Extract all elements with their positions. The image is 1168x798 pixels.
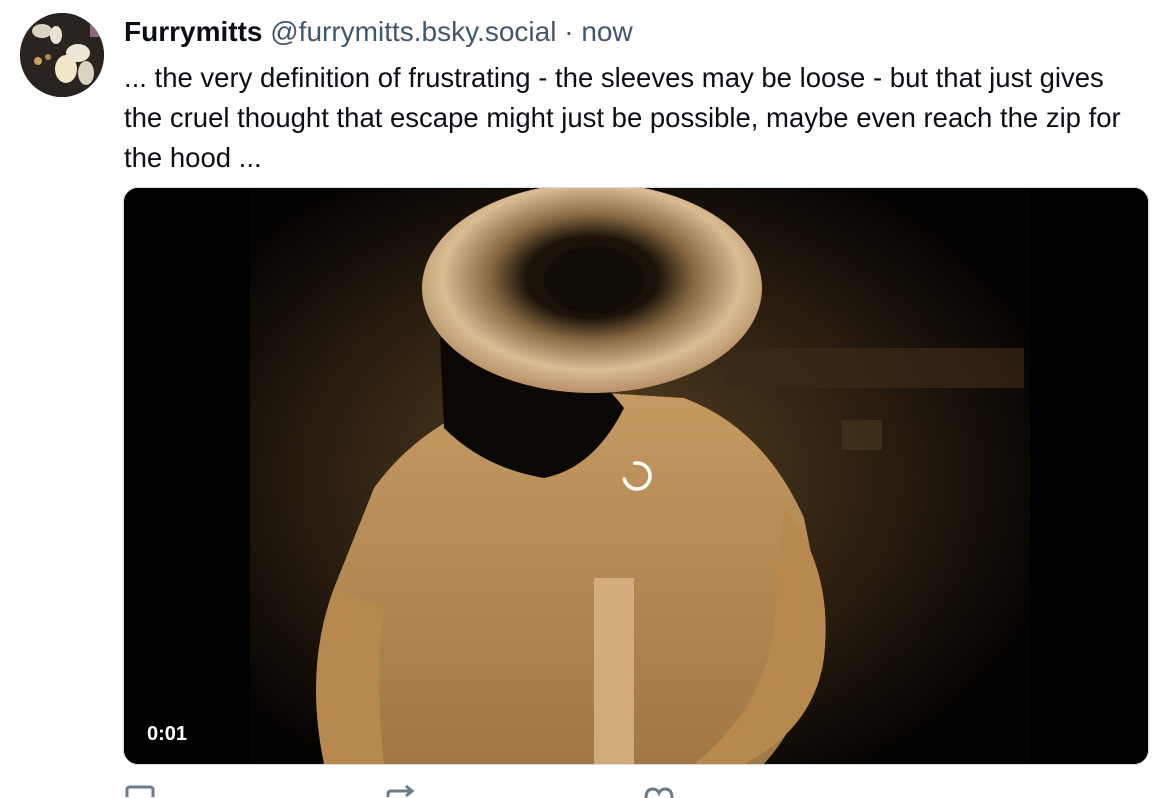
heart-icon [644, 787, 674, 798]
repost-button[interactable] [384, 784, 418, 798]
like-button[interactable] [642, 784, 676, 798]
video-timestamp: 0:01 [138, 718, 197, 750]
avatar[interactable] [20, 13, 104, 97]
author-display-name[interactable]: Furrymitts [124, 16, 262, 47]
header-separator: · [564, 16, 574, 47]
repost-icon [386, 784, 415, 798]
post-header: Furrymitts @furrymitts.bsky.social · now [124, 14, 633, 50]
video-player[interactable]: 0:01 [124, 188, 1148, 764]
avatar-image [20, 13, 104, 97]
reply-icon [125, 785, 155, 797]
post-text: ... the very definition of frustrating -… [124, 62, 1121, 173]
post-time[interactable]: now [581, 16, 632, 47]
loading-spinner-icon [622, 461, 652, 491]
post-actions [124, 784, 1148, 798]
author-handle[interactable]: @furrymitts.bsky.social [270, 16, 556, 47]
reply-button[interactable] [124, 784, 158, 798]
